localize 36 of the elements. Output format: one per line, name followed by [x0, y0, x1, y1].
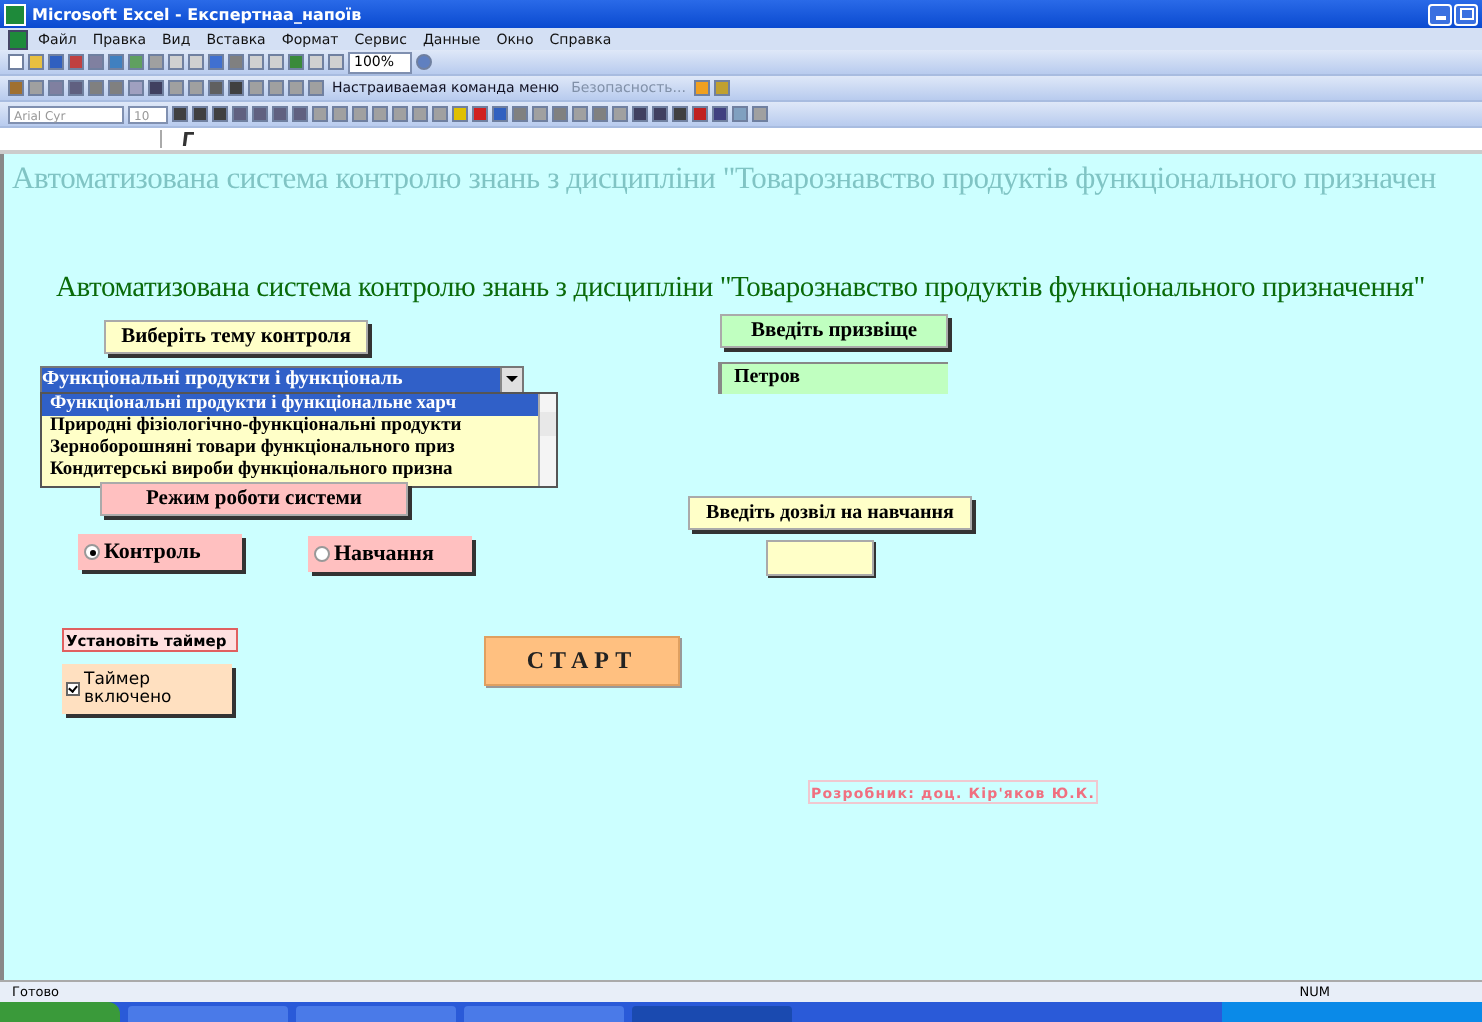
banner-text: Автоматизована система контролю знань з дисципліни "Товарознавство продуктів функціонального призначен: [12, 162, 1437, 198]
window-title: Microsoft Excel - Експертнаа_напоїв: [32, 5, 364, 23]
help-icon[interactable]: [416, 54, 433, 70]
list-item[interactable]: Зернoборошняні товари функціонального приз: [42, 438, 538, 460]
option-label: Контроль: [104, 540, 201, 564]
start-menu-button[interactable]: [0, 1002, 120, 1022]
start-button[interactable]: СТАРТ: [484, 636, 680, 686]
list-item[interactable]: Природні фізіологічно-функціональні продукти: [42, 416, 538, 438]
restore-button[interactable]: [1454, 3, 1478, 25]
permit-label: Введіть дозвіл на навчання: [688, 496, 972, 530]
mode-label: Режим роботи системи: [100, 482, 408, 516]
taskbar-button[interactable]: [464, 1006, 624, 1022]
timer-checkbox[interactable]: Таймер включено: [62, 664, 232, 714]
list-item[interactable]: Функціональні продукти і функціональне харч: [42, 394, 538, 416]
minimize-button[interactable]: [1428, 3, 1452, 25]
permit-field[interactable]: [766, 540, 874, 576]
checkbox-label: Таймер включено: [84, 671, 174, 707]
taskbar-button[interactable]: [296, 1006, 456, 1022]
heading: Автоматизована система контролю знань з дисципліни "Товарознавство продуктів функціонального призначення": [56, 270, 1426, 306]
topic-label: Виберіть тему контроля: [104, 320, 368, 354]
topic-dropdown[interactable]: Функціональні продукти і функціональ: [40, 366, 524, 394]
radio-option[interactable]: Контроль: [78, 534, 242, 570]
list-item[interactable]: Кондитерські вироби функціонального призна: [42, 460, 538, 482]
workbook-icon[interactable]: [8, 29, 28, 49]
surname-field[interactable]: Петров: [718, 362, 948, 394]
scrollbar[interactable]: [538, 394, 556, 486]
taskbar-button[interactable]: [128, 1006, 288, 1022]
radio-option[interactable]: Навчання: [308, 536, 472, 572]
surname-label: Введіть призвіще: [720, 314, 948, 348]
option-label: Навчання: [334, 542, 434, 566]
radio-icon[interactable]: [84, 544, 100, 560]
function-icon[interactable]: [178, 132, 194, 146]
excel-icon: [4, 3, 26, 25]
taskbar-button[interactable]: [632, 1006, 792, 1022]
checkbox-icon[interactable]: [66, 682, 80, 696]
radio-icon[interactable]: [314, 546, 330, 562]
